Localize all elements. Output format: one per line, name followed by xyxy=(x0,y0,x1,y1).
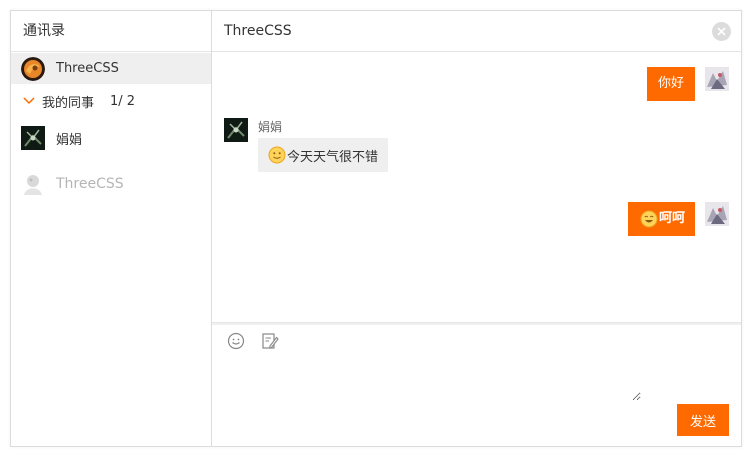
avatar xyxy=(21,126,45,150)
message-bubble: 呵呵 xyxy=(627,202,695,236)
chat-header: ThreeCSS xyxy=(212,11,741,52)
contacts-sidebar: 通讯录 ThreeCSS 我的同事 1/ 2 娟娟 ThreeCSS xyxy=(11,11,212,446)
smile-emoji-icon xyxy=(268,146,286,164)
message-bubble: 你好 xyxy=(646,67,695,101)
contact-threecss-offline[interactable]: ThreeCSS xyxy=(11,171,211,197)
message-input[interactable] xyxy=(222,361,641,401)
contact-name: ThreeCSS xyxy=(56,176,124,192)
close-button[interactable] xyxy=(712,22,731,41)
message-outgoing: 呵呵 xyxy=(627,202,729,236)
contact-juanjuan[interactable]: 娟娟 xyxy=(11,125,211,151)
group-count: 1/ 2 xyxy=(110,93,136,109)
chat-title: ThreeCSS xyxy=(224,23,292,39)
contact-name: ThreeCSS xyxy=(56,61,119,76)
edit-icon[interactable] xyxy=(260,331,280,351)
group-my-colleagues[interactable]: 我的同事 1/ 2 xyxy=(11,91,211,111)
message-list: 你好 娟娟 今天天气很不错 呵呵 xyxy=(212,52,741,322)
sidebar-title: 通讯录 xyxy=(11,11,211,52)
avatar xyxy=(21,56,45,81)
composer-divider xyxy=(212,322,741,325)
smiley-icon[interactable] xyxy=(226,331,246,351)
avatar xyxy=(705,67,729,91)
contact-threecss-active[interactable]: ThreeCSS xyxy=(11,53,211,84)
send-button[interactable]: 发送 xyxy=(677,404,729,436)
message-bubble: 今天天气很不错 xyxy=(258,138,389,172)
message-text: 今天天气很不错 xyxy=(287,149,379,165)
group-label: 我的同事 xyxy=(42,95,95,111)
composer-toolbar xyxy=(226,331,294,351)
message-text: 呵呵 xyxy=(658,211,685,226)
close-icon xyxy=(717,27,726,36)
avatar xyxy=(705,202,729,226)
chat-panel: ThreeCSS 你好 娟娟 今天天气很不错 呵呵 发送 xyxy=(212,11,741,446)
message-outgoing: 你好 xyxy=(646,67,729,101)
message-text: 你好 xyxy=(657,76,684,91)
avatar xyxy=(224,118,248,142)
sender-name: 娟娟 xyxy=(258,120,283,134)
avatar xyxy=(21,172,45,196)
chevron-down-icon xyxy=(23,97,35,105)
contact-name: 娟娟 xyxy=(56,132,83,148)
grin-emoji-icon xyxy=(640,210,658,228)
chat-window: 通讯录 ThreeCSS 我的同事 1/ 2 娟娟 ThreeCSS Three… xyxy=(10,10,742,447)
